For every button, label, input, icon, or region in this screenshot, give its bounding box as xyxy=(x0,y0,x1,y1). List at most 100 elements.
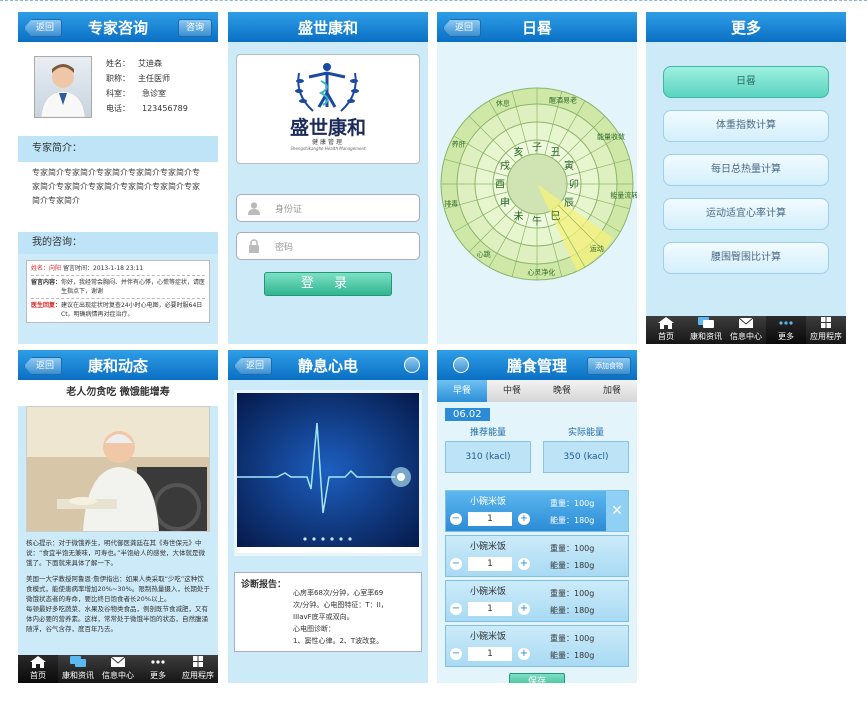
mail-icon xyxy=(110,656,126,667)
menu-waist-hip[interactable]: 腰围臀围比计算 xyxy=(663,242,829,274)
intro-text: 专家简介专家简介专家简介专家简介专家简介专家简介专家简介专家简介专家简介专家简介… xyxy=(18,162,218,224)
home-icon xyxy=(658,317,674,329)
grid-icon xyxy=(821,317,831,328)
dial-hour-label: 寅 xyxy=(564,159,574,172)
decrease-button[interactable]: − xyxy=(450,558,462,570)
tab-dinner[interactable]: 晚餐 xyxy=(537,380,587,402)
dial-hour-label: 巳 xyxy=(551,211,561,223)
consult-button[interactable]: 咨询 xyxy=(177,19,212,37)
dial-outer-label: 醒酒易老 xyxy=(549,95,577,104)
quantity-input[interactable]: 1 xyxy=(468,647,512,661)
tab-messages[interactable]: 信息中心 xyxy=(98,655,138,683)
back-button[interactable]: 返回 xyxy=(24,19,63,37)
reply-text: 建议在出现症状时复查24小时心电图，必要时服64日Ct，明确病情再对症治疗。 xyxy=(61,302,203,318)
expert-dept: 急诊室 xyxy=(142,89,166,98)
news-paragraph-3: 每顿最好多吃蔬菜、水果及谷物类食品，例剖既节食减肥，又有体内必要的营养素。这样，… xyxy=(26,605,208,633)
page-title: 日晷 xyxy=(521,18,552,37)
avatar xyxy=(34,56,92,118)
increase-button[interactable]: + xyxy=(518,603,530,615)
save-button[interactable]: 保存 xyxy=(509,673,565,683)
phone-label: 电话： xyxy=(106,104,130,113)
increase-button[interactable]: + xyxy=(518,648,530,660)
ecg-image[interactable] xyxy=(234,390,422,556)
food-row[interactable]: 小碗米饭 −1 + 重量：100g 能量：180g xyxy=(445,535,629,577)
tab-apps[interactable]: 应用程序 xyxy=(806,316,846,344)
dial-outer-label: 能量流转 xyxy=(610,191,637,200)
page-title: 专家咨询 xyxy=(87,18,148,37)
food-row[interactable]: 小碗米饭 −1 + 重量：100g 能量：180g xyxy=(445,625,629,667)
dial-outer-label: 排毒 xyxy=(444,199,458,208)
back-button[interactable]: 返回 xyxy=(443,19,482,37)
login-screen: 盛世康和 盛世康和 健康管理 Shengshikanghe Health Man… xyxy=(228,12,428,344)
home-icon xyxy=(30,656,46,668)
password-input[interactable]: 密码 xyxy=(236,232,420,260)
dial-hour-label: 申 xyxy=(500,196,510,209)
msg-label: 留言内容： xyxy=(31,279,62,286)
news-image xyxy=(26,406,210,532)
more-icon xyxy=(779,321,793,325)
food-row[interactable]: 小碗米饭 −1 + 重量：100g 能量：180g ✕ xyxy=(445,490,629,532)
sundial-wheel[interactable]: 子丑寅卯辰巳午未申酉戌亥 醒酒易老能量收敛能量流转运动心灵净化 心跳 排毒 养肝 休息 xyxy=(437,42,637,342)
expert-header: 返回 专家咨询 咨询 xyxy=(18,12,218,42)
dial-hour-label: 亥 xyxy=(514,145,524,158)
decrease-button[interactable]: − xyxy=(450,513,462,525)
quantity-input[interactable]: 1 xyxy=(468,602,512,616)
expert-phone: 123456789 xyxy=(142,104,188,113)
menu-bmi[interactable]: 体重指数计算 xyxy=(663,110,829,142)
login-button[interactable]: 登 录 xyxy=(264,272,392,296)
menu-sundial[interactable]: 日晷 xyxy=(663,66,829,98)
food-list: 小碗米饭 −1 + 重量：100g 能量：180g ✕ 小碗米饭 −1 + 重量：100g 能量：1… xyxy=(437,490,637,667)
msg-text: 你好，我经常会胸闷、并伴有心悸，心慌等症状，请医生指点下，谢谢 xyxy=(61,279,206,295)
decrease-button[interactable]: − xyxy=(450,648,462,660)
dial-hour-label: 子 xyxy=(532,142,542,154)
food-energy: 能量：180g xyxy=(550,606,595,615)
report-line-1: 心房率68次/分钟，心室率69 xyxy=(293,589,384,597)
actual-value: 350 (kacl) xyxy=(543,441,629,473)
increase-button[interactable]: + xyxy=(518,558,530,570)
increase-button[interactable]: + xyxy=(518,513,530,525)
menu-daily-calories[interactable]: 每日总热量计算 xyxy=(663,154,829,186)
dial-outer-label: 能量收敛 xyxy=(597,132,625,141)
tab-news[interactable]: 康和资讯 xyxy=(686,316,726,344)
page-title: 盛世康和 xyxy=(297,18,358,37)
brand-en: Shengshikanghe Health Management xyxy=(290,146,366,151)
expert-name: 艾迪森 xyxy=(138,59,162,68)
recommended-value: 310 (kacl) xyxy=(445,441,531,473)
food-name: 小碗米饭 xyxy=(470,587,507,597)
dial-outer-label: 休息 xyxy=(496,98,510,107)
password-placeholder: 密码 xyxy=(275,242,294,253)
expert-screen: 返回 专家咨询 咨询 姓名： 艾迪森 职称： 主任医师 科室： 急诊室 电话： 1234… xyxy=(18,12,218,344)
tab-snack[interactable]: 加餐 xyxy=(587,380,637,402)
lock-icon xyxy=(249,239,259,253)
food-row[interactable]: 小碗米饭 −1 + 重量：100g 能量：180g xyxy=(445,580,629,622)
delete-icon[interactable]: ✕ xyxy=(606,491,628,531)
tab-home[interactable]: 首页 xyxy=(646,316,686,344)
quantity-input[interactable]: 1 xyxy=(468,512,512,526)
more-icon xyxy=(151,660,165,664)
back-button[interactable]: 返回 xyxy=(234,357,273,375)
ecg-screen: 返回 静息心电 诊断报告： 心房率68次/分钟，心室率69 次/分钟。心电图特征… xyxy=(228,350,428,683)
back-button[interactable]: 返回 xyxy=(24,357,63,375)
menu-heart-rate[interactable]: 运动适宜心率计算 xyxy=(663,198,829,230)
id-input[interactable]: 身份证 xyxy=(236,194,420,222)
consult-message[interactable]: 姓名：向阳 留言时间：2013-1-18 23:11 留言内容： 你好，我经常会胸… xyxy=(26,260,210,323)
dial-outer-label: 养肝 xyxy=(452,139,466,148)
tab-messages[interactable]: 信息中心 xyxy=(726,316,766,344)
recommended-label: 推荐能量 xyxy=(469,428,506,438)
tab-lunch[interactable]: 中餐 xyxy=(487,380,537,402)
clock-icon[interactable] xyxy=(404,357,420,373)
tab-bar: 首页 康和资讯 信息中心 更多 应用程序 xyxy=(18,655,218,683)
food-name: 小碗米饭 xyxy=(470,542,507,552)
clock-icon[interactable] xyxy=(453,357,469,373)
msg-name: 姓名：向阳 xyxy=(31,265,62,272)
tab-news[interactable]: 康和资讯 xyxy=(58,655,98,683)
tab-apps[interactable]: 应用程序 xyxy=(178,655,218,683)
decrease-button[interactable]: − xyxy=(450,603,462,615)
tab-breakfast[interactable]: 早餐 xyxy=(437,380,487,402)
tab-more[interactable]: 更多 xyxy=(766,316,806,344)
tab-more[interactable]: 更多 xyxy=(138,655,178,683)
quantity-input[interactable]: 1 xyxy=(468,557,512,571)
add-food-button[interactable]: 添加食物 xyxy=(587,357,631,375)
tab-home[interactable]: 首页 xyxy=(18,655,58,683)
news-headline: 老人勿贪吃 微饿能增寿 xyxy=(18,380,218,406)
